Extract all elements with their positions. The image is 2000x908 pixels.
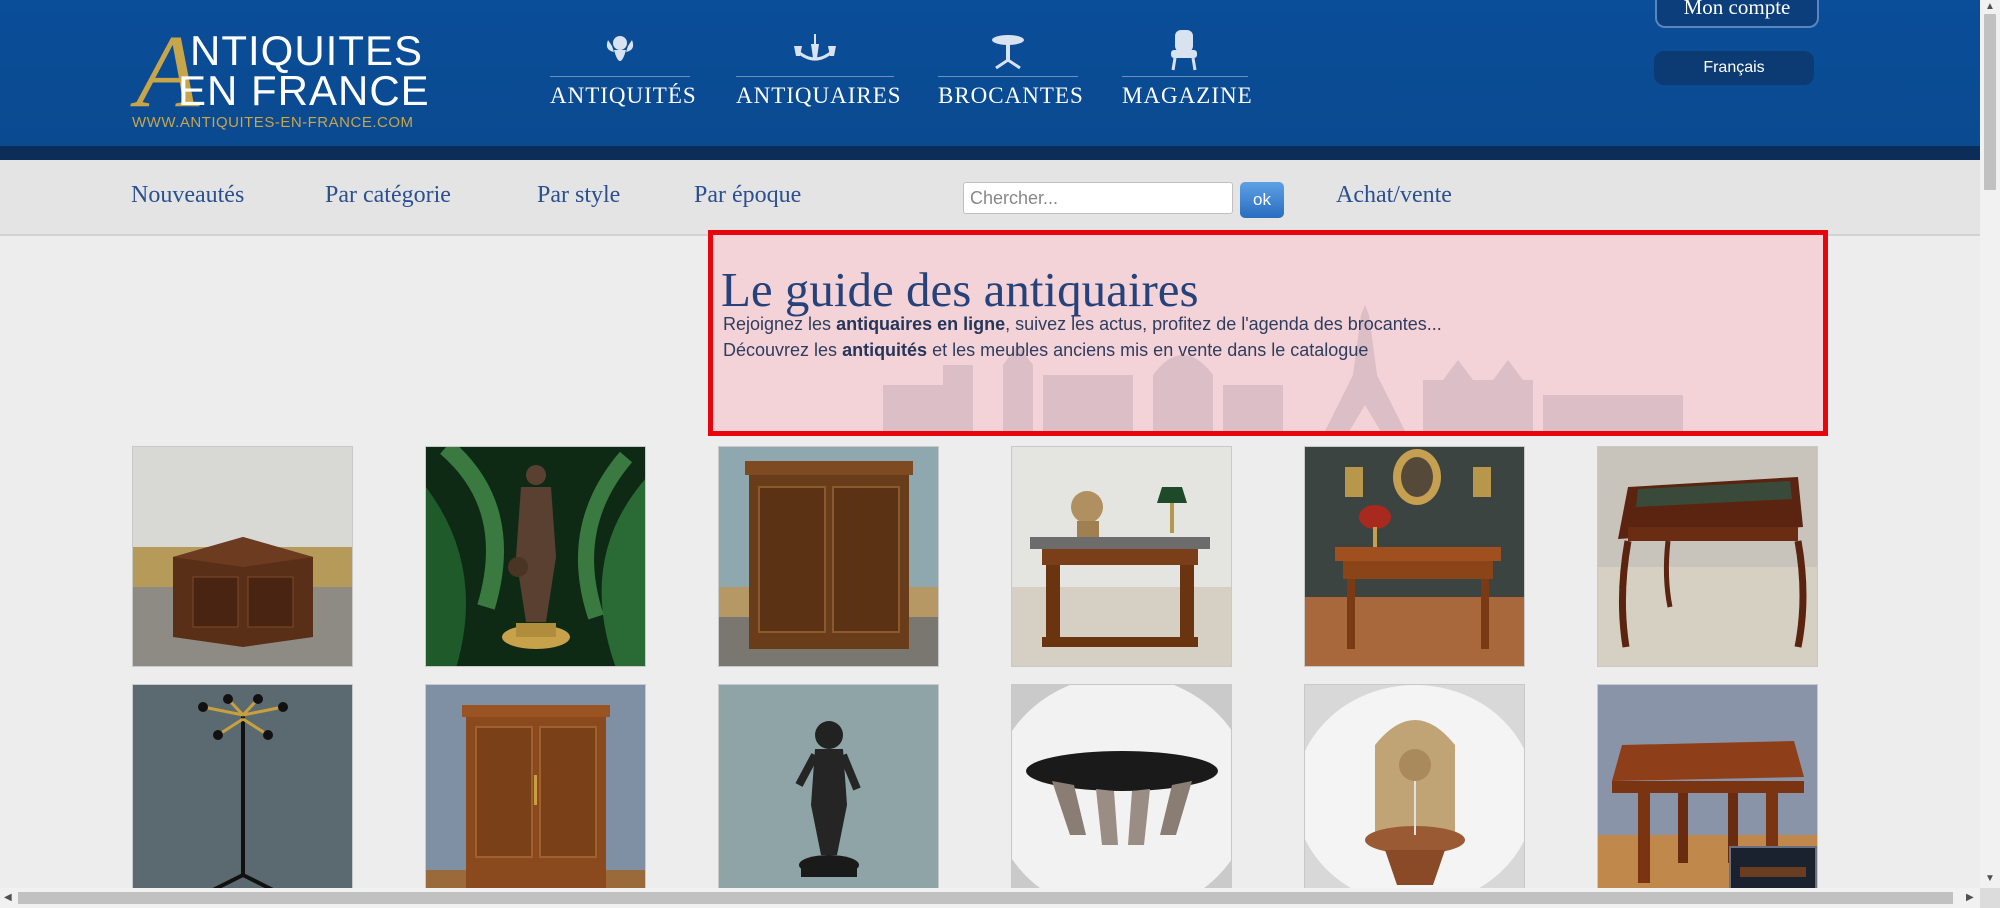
- scroll-left-arrow-icon[interactable]: ◀: [4, 893, 12, 903]
- product-tile-glass-coffee-table[interactable]: [1011, 684, 1232, 905]
- subnav-nouveautes[interactable]: Nouveautés: [131, 182, 244, 209]
- horizontal-scrollbar[interactable]: ◀ ▶: [0, 888, 1980, 908]
- product-tile-mahogany-writing-table[interactable]: [1304, 446, 1525, 667]
- logo-url: WWW.ANTIQUITES-EN-FRANCE.COM: [132, 114, 414, 131]
- product-tile-walnut-armoire[interactable]: [718, 446, 939, 667]
- nav-label: BROCANTES: [938, 83, 1084, 108]
- link-antiquites[interactable]: antiquités: [842, 340, 927, 360]
- subnav-par-categorie[interactable]: Par catégorie: [325, 182, 451, 209]
- header-band: [0, 146, 1980, 160]
- hero-line-1: Rejoignez les antiquaires en ligne, suiv…: [723, 314, 1442, 334]
- product-tile-bureau-plat-desk[interactable]: [1597, 446, 1818, 667]
- subnav-achat-vente[interactable]: Achat/vente: [1336, 182, 1452, 209]
- subnav-par-epoque[interactable]: Par époque: [694, 182, 801, 209]
- product-tile-wall-fountain[interactable]: [1304, 684, 1525, 905]
- search-ok-button[interactable]: ok: [1240, 182, 1284, 218]
- chandelier-icon: [736, 22, 894, 72]
- site-header: A NTIQUITES EN FRANCE WWW.ANTIQUITES-EN-…: [0, 0, 1980, 160]
- nav-label: MAGAZINE: [1122, 83, 1253, 108]
- search-input[interactable]: [963, 182, 1233, 214]
- product-tile-cherrywood-cupboard[interactable]: [425, 684, 646, 905]
- horizontal-scroll-thumb[interactable]: [18, 892, 1953, 904]
- hero-title: Le guide des antiquaires: [721, 262, 1199, 317]
- product-tile-coat-stand[interactable]: [132, 684, 353, 905]
- product-tile-bronze-statue-girl[interactable]: [425, 446, 646, 667]
- product-tile-extending-table[interactable]: [1597, 684, 1818, 905]
- hero-banner: Le guide des antiquaires Rejoignez les a…: [708, 230, 1828, 436]
- account-button[interactable]: Mon compte: [1655, 0, 1819, 28]
- logo-line2: EN FRANCE: [178, 67, 430, 114]
- logo-line1: NTIQUITES: [190, 27, 424, 74]
- nav-antiquites[interactable]: ANTIQUITÉS: [550, 22, 697, 112]
- scroll-right-arrow-icon[interactable]: ▶: [1966, 893, 1974, 903]
- site-logo[interactable]: A NTIQUITES EN FRANCE WWW.ANTIQUITES-EN-…: [130, 20, 440, 134]
- language-selector[interactable]: Français: [1654, 51, 1814, 85]
- subnav-par-style[interactable]: Par style: [537, 182, 620, 209]
- product-tile-corner-cabinet[interactable]: [132, 446, 353, 667]
- nav-label: ANTIQUITÉS: [550, 83, 697, 108]
- armchair-icon: [1122, 22, 1248, 72]
- vertical-scrollbar[interactable]: ▲ ▼: [1980, 0, 2000, 888]
- product-tile-console-table-marble[interactable]: [1011, 446, 1232, 667]
- product-tile-bronze-child-statue[interactable]: [718, 684, 939, 905]
- nav-brocantes[interactable]: BROCANTES: [938, 22, 1084, 112]
- hero-line-2: Découvrez les antiquités et les meubles …: [723, 340, 1369, 360]
- link-antiquaires-en-ligne[interactable]: antiquaires en ligne: [836, 314, 1005, 334]
- gueridon-table-icon: [938, 22, 1078, 72]
- scrollbar-corner: [1980, 888, 2000, 908]
- scroll-up-arrow-icon[interactable]: ▲: [1985, 2, 1995, 12]
- vertical-scroll-thumb[interactable]: [1984, 14, 1996, 190]
- scroll-down-arrow-icon[interactable]: ▼: [1985, 874, 1995, 884]
- cherub-icon: [550, 22, 690, 72]
- nav-label: ANTIQUAIRES: [736, 83, 902, 108]
- nav-antiquaires[interactable]: ANTIQUAIRES: [736, 22, 902, 112]
- secondary-nav: Nouveautés Par catégorie Par style Par é…: [0, 160, 1980, 236]
- nav-magazine[interactable]: MAGAZINE: [1122, 22, 1253, 112]
